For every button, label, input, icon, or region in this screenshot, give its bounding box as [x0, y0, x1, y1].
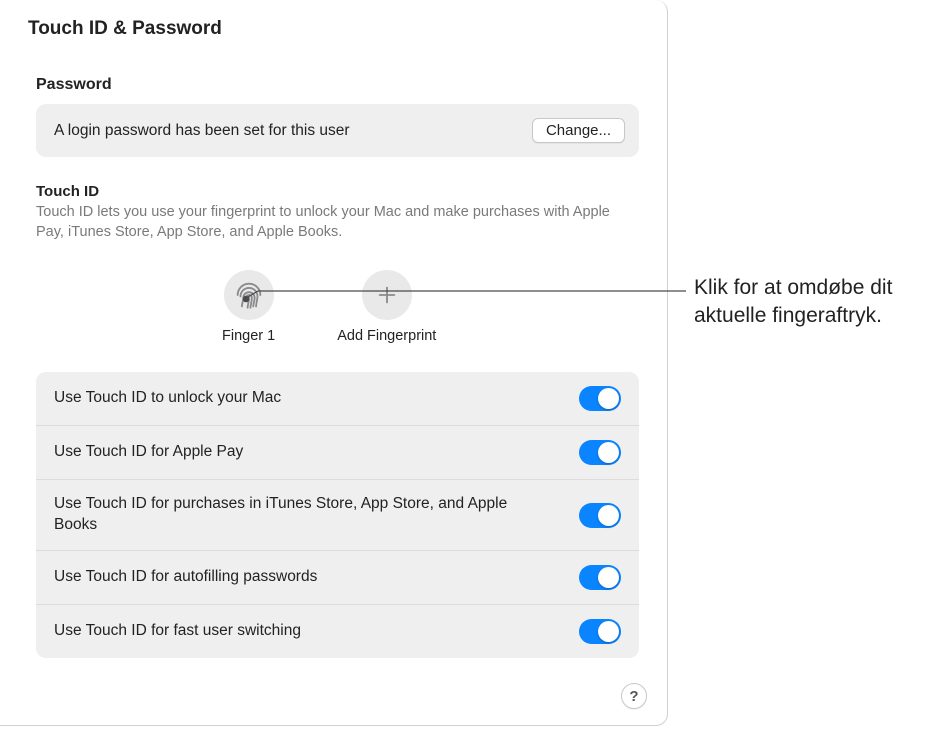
- page-title: Touch ID & Password: [0, 0, 667, 40]
- password-heading: Password: [36, 76, 639, 94]
- fingerprints-row: Finger 1 Add Fingerprint: [222, 270, 639, 344]
- add-fingerprint-label: Add Fingerprint: [337, 328, 436, 344]
- option-unlock-mac: Use Touch ID to unlock your Mac: [36, 372, 639, 426]
- touchid-section: Touch ID Touch ID lets you use your fing…: [36, 183, 639, 658]
- content-area: Password A login password has been set f…: [0, 40, 667, 658]
- toggle-unlock-mac[interactable]: [579, 386, 621, 411]
- option-label: Use Touch ID for fast user switching: [54, 621, 301, 642]
- add-fingerprint-button[interactable]: Add Fingerprint: [337, 270, 436, 344]
- settings-panel: Touch ID & Password Password A login pas…: [0, 0, 668, 726]
- option-label: Use Touch ID for autofilling passwords: [54, 567, 317, 588]
- option-label: Use Touch ID for purchases in iTunes Sto…: [54, 494, 534, 536]
- callout-text: Klik for at omdøbe dit aktuelle fingeraf…: [694, 274, 944, 331]
- toggle-autofill[interactable]: [579, 565, 621, 590]
- toggle-apple-pay[interactable]: [579, 440, 621, 465]
- touchid-description: Touch ID lets you use your fingerprint t…: [36, 203, 639, 242]
- option-label: Use Touch ID to unlock your Mac: [54, 388, 281, 409]
- touchid-options-list: Use Touch ID to unlock your Mac Use Touc…: [36, 372, 639, 658]
- toggle-fast-user-switching[interactable]: [579, 619, 621, 644]
- password-row: A login password has been set for this u…: [36, 104, 639, 157]
- toggle-purchases[interactable]: [579, 503, 621, 528]
- option-fast-user-switching: Use Touch ID for fast user switching: [36, 605, 639, 658]
- change-password-button[interactable]: Change...: [532, 118, 625, 143]
- option-purchases: Use Touch ID for purchases in iTunes Sto…: [36, 480, 639, 551]
- touchid-heading: Touch ID: [36, 183, 639, 200]
- fingerprint-1[interactable]: Finger 1: [222, 270, 275, 344]
- help-button[interactable]: ?: [621, 683, 647, 709]
- option-apple-pay: Use Touch ID for Apple Pay: [36, 426, 639, 480]
- option-autofill: Use Touch ID for autofilling passwords: [36, 551, 639, 605]
- fingerprint-icon: [224, 270, 274, 320]
- plus-icon: [362, 270, 412, 320]
- password-status-text: A login password has been set for this u…: [54, 122, 350, 140]
- fingerprint-1-label: Finger 1: [222, 328, 275, 344]
- option-label: Use Touch ID for Apple Pay: [54, 442, 243, 463]
